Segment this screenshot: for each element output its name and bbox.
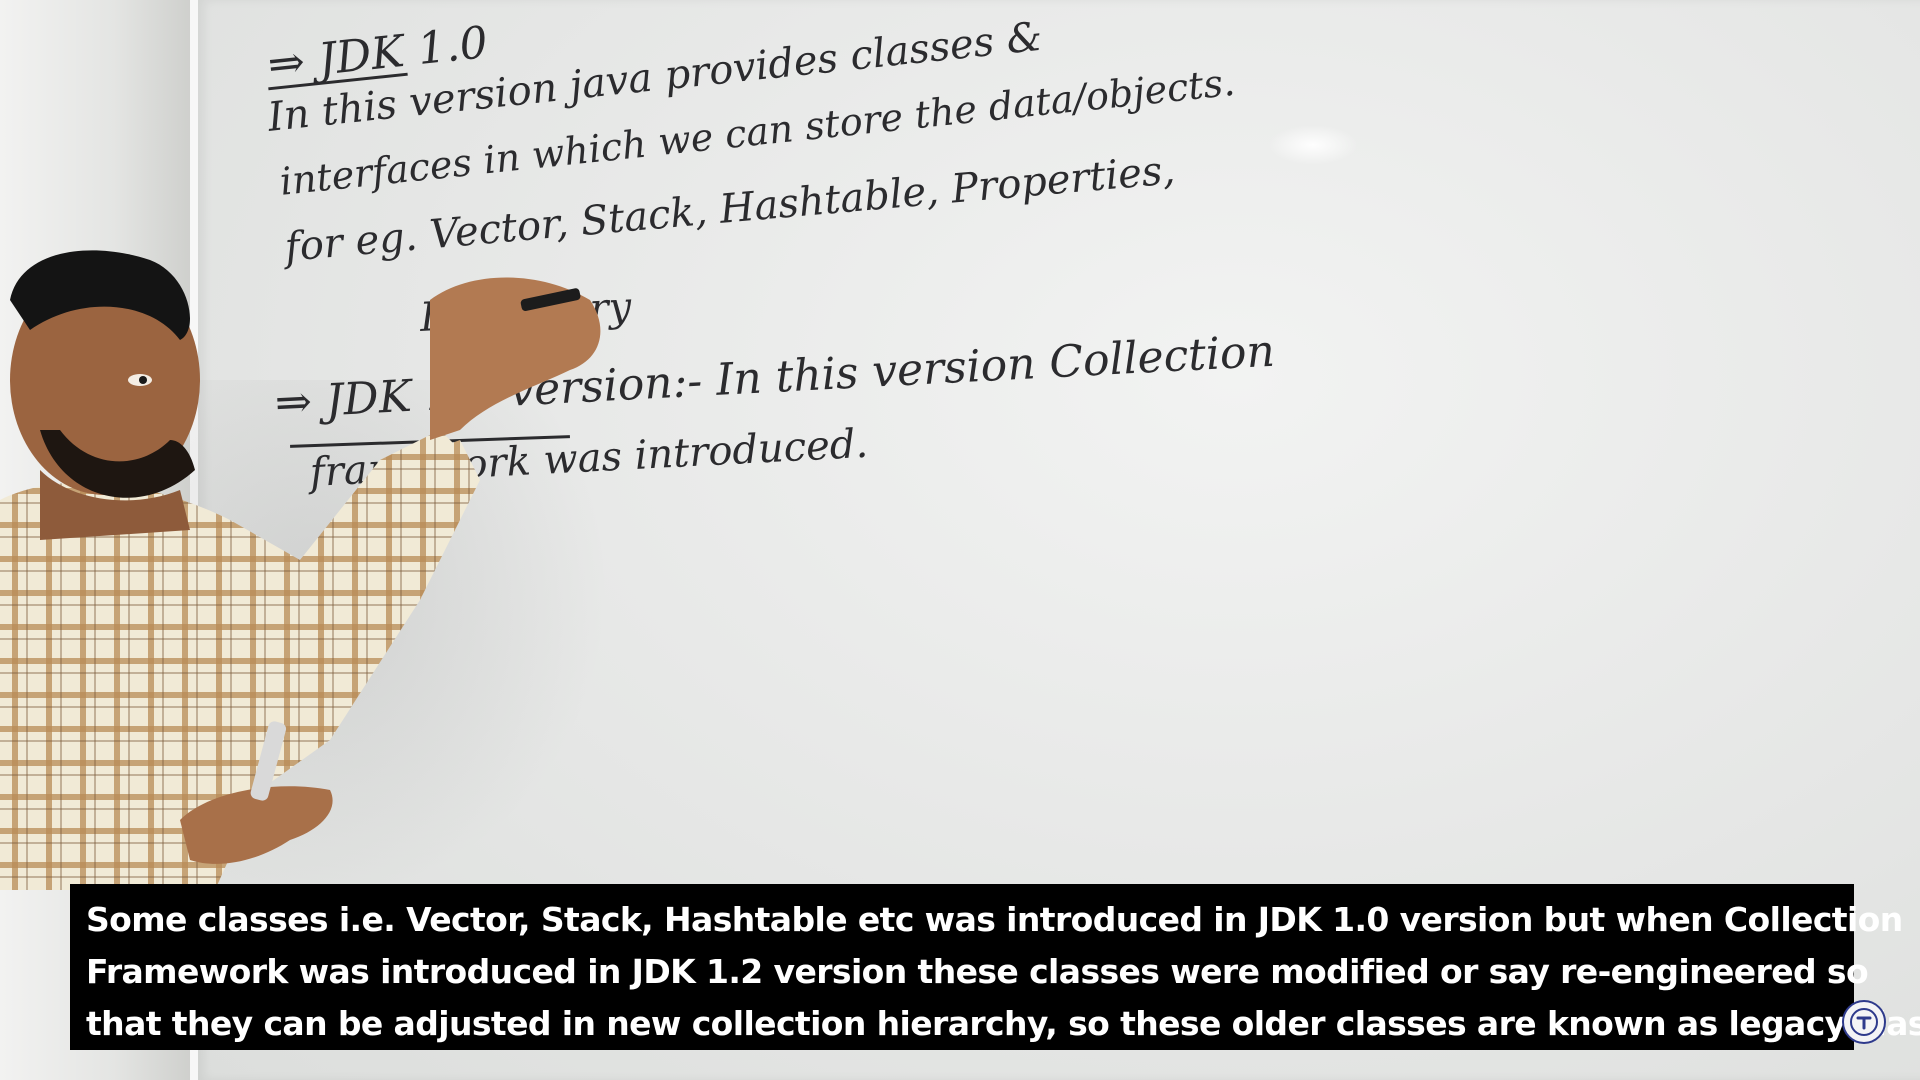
subtitle-box: Some classes i.e. Vector, Stack, Hashtab… <box>70 884 1920 1050</box>
channel-logo-icon <box>1842 1000 1886 1044</box>
subtitle-line-2: Framework was introduced in JDK 1.2 vers… <box>86 952 1869 991</box>
presenter-hand <box>430 277 601 440</box>
subtitle-line-1: Some classes i.e. Vector, Stack, Hashtab… <box>86 900 1903 939</box>
logo-mark <box>1850 1008 1878 1036</box>
subtitle-line-3: that they can be adjusted in new collect… <box>86 1004 1920 1043</box>
video-frame: ⇒ JDK 1.0 In this version java provides … <box>0 0 1920 1080</box>
